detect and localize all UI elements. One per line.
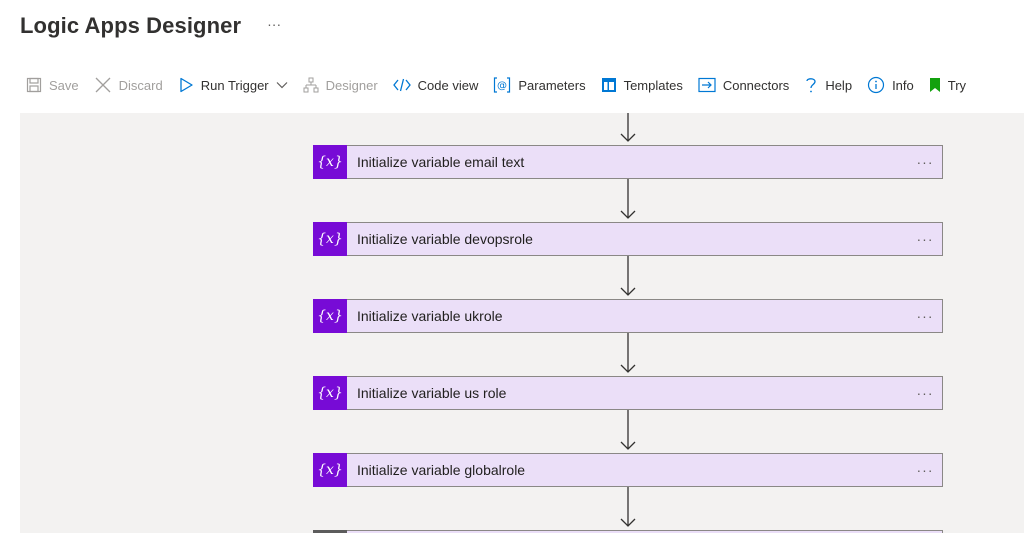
step-title: Initialize variable us role	[357, 385, 507, 401]
more-options-icon[interactable]: ···	[912, 154, 938, 170]
step-card[interactable]: {x} Initialize variable globalrole ···	[313, 452, 943, 487]
save-button[interactable]: Save	[26, 77, 79, 93]
close-icon	[94, 76, 112, 94]
code-icon	[392, 78, 411, 92]
chevron-down-icon	[276, 81, 288, 89]
step-card[interactable]: {x} Initialize variable email text ···	[313, 144, 943, 179]
page-title: Logic Apps Designer	[20, 13, 242, 38]
connector-arrow	[620, 487, 636, 530]
info-button[interactable]: Info	[867, 76, 914, 94]
variable-icon: {x}	[313, 221, 347, 256]
parameters-icon: @	[493, 77, 511, 93]
connectors-button[interactable]: Connectors	[698, 77, 789, 93]
more-options-icon[interactable]: ···	[912, 462, 938, 478]
step-title: Initialize variable ukrole	[357, 308, 503, 324]
discard-button[interactable]: Discard	[94, 76, 163, 94]
connector-arrow	[620, 410, 636, 453]
code-view-label: Code view	[417, 77, 479, 93]
connector-arrow	[620, 113, 636, 145]
run-trigger-label: Run Trigger	[200, 77, 269, 93]
discard-label: Discard	[118, 77, 163, 93]
svg-text:@: @	[497, 81, 507, 92]
designer-icon	[303, 77, 319, 93]
info-label: Info	[892, 77, 914, 93]
step-card[interactable]: {x} Initialize variable devopsrole ···	[313, 221, 943, 256]
templates-icon	[601, 77, 617, 93]
help-label: Help	[825, 77, 853, 93]
variable-icon: {x}	[313, 452, 347, 487]
info-icon	[867, 76, 885, 94]
designer-label: Designer	[325, 77, 378, 93]
title-bar: Logic Apps Designer ···	[20, 8, 281, 44]
bookmark-icon	[929, 77, 941, 93]
play-icon	[178, 77, 194, 93]
variable-icon: {x}	[313, 298, 347, 333]
more-options-icon[interactable]: ···	[912, 231, 938, 247]
code-view-button[interactable]: Code view	[392, 77, 479, 93]
help-icon	[804, 76, 818, 94]
save-icon	[26, 77, 42, 93]
parameters-label: Parameters	[518, 77, 586, 93]
try-label: Try	[947, 77, 967, 93]
variable-icon: {x}	[313, 144, 347, 179]
run-trigger-button[interactable]: Run Trigger	[178, 77, 288, 93]
connectors-label: Connectors	[722, 77, 790, 93]
more-options-icon[interactable]: ···	[912, 385, 938, 401]
connector-arrow	[620, 256, 636, 299]
step-title: Initialize variable devopsrole	[357, 231, 533, 247]
parameters-button[interactable]: @ Parameters	[493, 77, 586, 93]
help-button[interactable]: Help	[804, 76, 852, 94]
connectors-icon	[698, 77, 716, 93]
connector-arrow	[620, 179, 636, 222]
more-options-icon[interactable]: ···	[267, 16, 281, 32]
save-label: Save	[49, 77, 79, 93]
designer-canvas[interactable]: {x} Initialize variable email text ··· {…	[20, 113, 1024, 533]
variable-icon: {x}	[313, 375, 347, 410]
step-title: Initialize variable email text	[357, 154, 525, 170]
templates-label: Templates	[623, 77, 683, 93]
connector-arrow	[620, 333, 636, 376]
step-card[interactable]: {x} Initialize variable us role ···	[313, 375, 943, 410]
step-card[interactable]: {x} Initialize variable ukrole ···	[313, 298, 943, 333]
designer-button[interactable]: Designer	[303, 77, 378, 93]
more-options-icon[interactable]: ···	[912, 308, 938, 324]
step-title: Initialize variable globalrole	[357, 462, 526, 478]
try-button[interactable]: Try	[929, 77, 966, 93]
toolbar: Save Discard Run Trigger Designer Code v…	[26, 72, 981, 98]
templates-button[interactable]: Templates	[601, 77, 683, 93]
